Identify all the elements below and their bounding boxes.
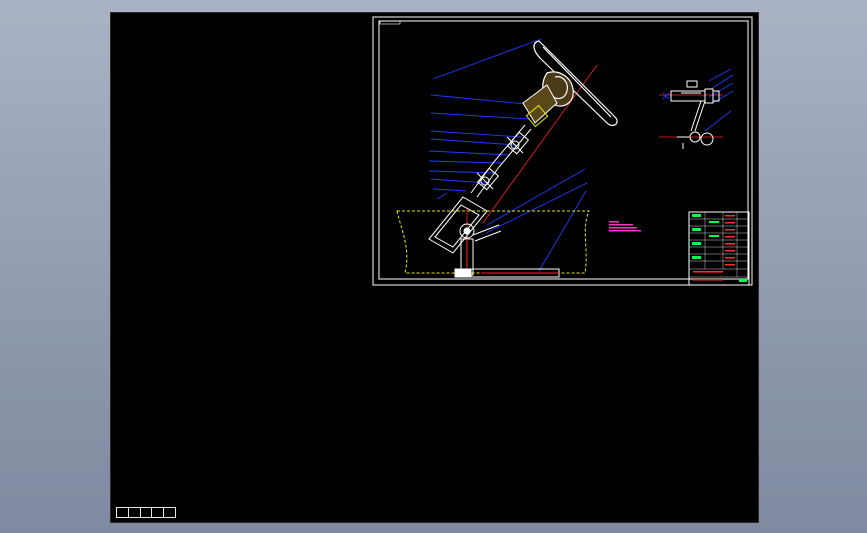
- leader-lines: [428, 38, 734, 272]
- detail-view-marks: [662, 92, 670, 100]
- status-cell-1[interactable]: [117, 508, 129, 517]
- sheet-inner-frame: [378, 20, 749, 280]
- status-cell-3[interactable]: [141, 508, 153, 517]
- drawing-canvas: [372, 16, 753, 286]
- status-cell-2[interactable]: [129, 508, 141, 517]
- vehicle-floor-outline: [396, 210, 590, 274]
- detail-view: [670, 80, 720, 149]
- cad-viewport[interactable]: [110, 12, 759, 523]
- title-block: [688, 211, 750, 286]
- status-bar[interactable]: [116, 507, 176, 518]
- status-cell-4[interactable]: [152, 508, 165, 517]
- technical-note: [609, 221, 641, 232]
- gearbox-icon: [428, 196, 560, 278]
- status-cell-5[interactable]: [164, 508, 175, 517]
